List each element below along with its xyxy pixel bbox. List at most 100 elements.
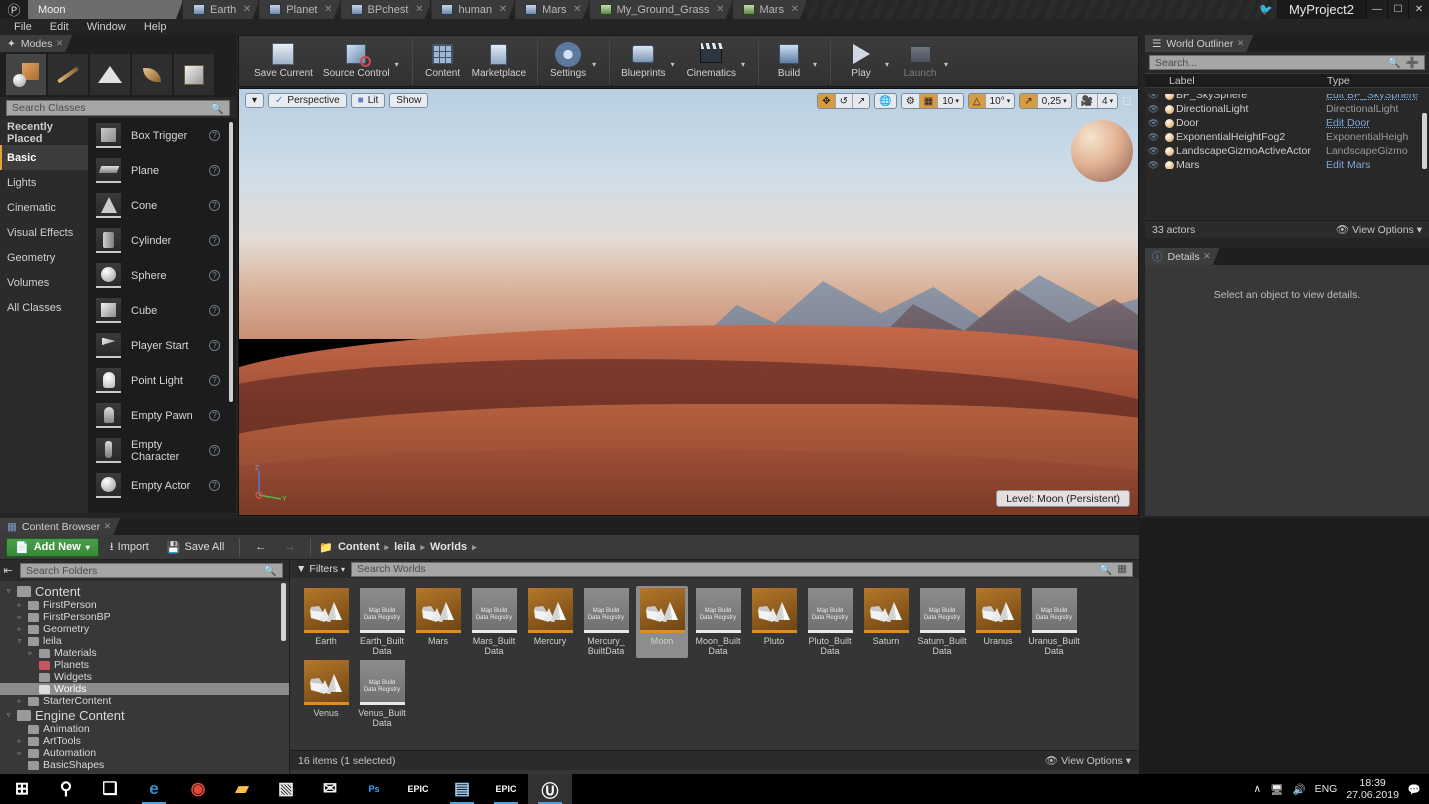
tab-modes[interactable]: ✦ Modes ✕ [0, 35, 72, 52]
close-icon[interactable]: ✕ [716, 4, 724, 15]
lock-icon[interactable]: ▦ [1117, 563, 1127, 576]
placement-item-empty-actor[interactable]: Empty Actor? [88, 468, 236, 503]
expand-arrow-icon[interactable]: ▿ [4, 711, 13, 719]
outliner-row[interactable]: 👁 DirectionalLight DirectionalLight [1145, 102, 1429, 116]
outliner-row[interactable]: 👁 Door Edit Door [1145, 116, 1429, 130]
asset-item-moon[interactable]: Moon [636, 586, 688, 658]
chevron-down-icon[interactable]: ▾ [741, 60, 752, 69]
scale-gizmo-button[interactable]: ↗ [853, 94, 869, 108]
edge-icon[interactable]: e [132, 774, 176, 804]
visibility-eye-icon[interactable]: 👁 [1145, 118, 1162, 129]
view-mode-button[interactable]: ✓ Perspective [268, 93, 347, 108]
visibility-eye-icon[interactable]: 👁 [1145, 132, 1162, 143]
level-tab-bpchest[interactable]: BPchest ✕ [341, 0, 432, 19]
level-tab-mars[interactable]: Mars ✕ [733, 0, 807, 19]
level-tab-mars[interactable]: Mars ✕ [515, 0, 589, 19]
outliner-row[interactable]: 👁 Mars Edit Mars [1145, 158, 1429, 169]
placement-category-lights[interactable]: Lights [0, 170, 88, 195]
toolbar-blueprints-button[interactable]: Blueprints [616, 39, 670, 79]
chevron-down-icon[interactable]: ▾ [395, 60, 406, 69]
help-icon[interactable]: ? [209, 480, 220, 491]
mode-button-foliage-mode[interactable] [132, 54, 172, 95]
toolbar-build-button[interactable]: Build [765, 39, 813, 79]
asset-item-moon-built-data[interactable]: Map Build Data Registry Moon_Built Data [692, 586, 744, 658]
mode-button-paint-mode[interactable] [48, 54, 88, 95]
folder-node-startercontent[interactable]: ▹ StarterContent [0, 695, 289, 707]
column-header-type[interactable]: Type [1327, 75, 1350, 87]
placement-category-visual-effects[interactable]: Visual Effects [0, 220, 88, 245]
lighting-mode-button[interactable]: ■ Lit [350, 93, 386, 108]
level-tab-bar[interactable]: Moon Earth ✕ Planet ✕ BPchest ✕ human ✕ Mars ✕ My_G… [28, 0, 807, 19]
close-icon[interactable]: ✕ [324, 4, 332, 15]
camera-speed-value[interactable]: 4 ▾ [1098, 94, 1117, 108]
close-icon[interactable]: ✕ [573, 4, 581, 15]
outliner-search-input[interactable]: Search... 🔍 ➕ [1149, 55, 1425, 70]
placement-category-cinematic[interactable]: Cinematic [0, 195, 88, 220]
clock[interactable]: 18:39 27.06.2019 [1346, 777, 1399, 801]
language-indicator[interactable]: ENG [1315, 783, 1338, 795]
mode-button-place-mode[interactable] [6, 54, 46, 95]
chevron-down-icon[interactable]: ▾ [944, 60, 955, 69]
search-classes-input[interactable]: Search Classes 🔍 [6, 100, 230, 116]
placement-item-cone[interactable]: Cone? [88, 188, 236, 223]
epic-games-launcher-icon[interactable]: EPIC [484, 774, 528, 804]
placement-category-geometry[interactable]: Geometry [0, 245, 88, 270]
angle-snap-value[interactable]: 10° ▾ [986, 94, 1015, 108]
minimize-button[interactable]: — [1366, 0, 1387, 19]
help-icon[interactable]: ? [209, 410, 220, 421]
level-viewport[interactable]: ▾ ✓ Perspective ■ Lit Show ✥ ↺ ↗ 🌐 ⚙ ▦ 1… [238, 88, 1139, 516]
expand-arrow-icon[interactable]: ▹ [15, 613, 24, 621]
help-icon[interactable]: ? [209, 375, 220, 386]
asset-item-venus-built-data[interactable]: Map Build Data Registry Venus_Built Data [356, 658, 408, 730]
toolbar-save-current-button[interactable]: Save Current [249, 39, 318, 79]
level-tab-my_ground_grass[interactable]: My_Ground_Grass ✕ [590, 0, 733, 19]
twitter-share-icon[interactable]: 🐦 [1254, 0, 1277, 19]
placement-item-cylinder[interactable]: Cylinder? [88, 223, 236, 258]
grid-snap-toggle[interactable]: ▦ [919, 94, 939, 108]
asset-item-mars[interactable]: Mars [412, 586, 464, 658]
toolbar-settings-button[interactable]: Settings [544, 39, 592, 79]
level-tab-planet[interactable]: Planet ✕ [259, 0, 340, 19]
collapse-sources-icon[interactable]: ⇤ [0, 564, 16, 577]
help-icon[interactable]: ? [209, 270, 220, 281]
placement-category-volumes[interactable]: Volumes [0, 270, 88, 295]
folder-node-engine-content[interactable]: ▿ Engine Content [0, 707, 289, 723]
placement-category-basic[interactable]: Basic [0, 145, 88, 170]
visibility-eye-icon[interactable]: 👁 [1145, 94, 1162, 101]
column-header-label[interactable]: Label [1145, 75, 1327, 87]
help-icon[interactable]: ? [209, 200, 220, 211]
breadcrumb-content[interactable]: Content [338, 541, 380, 553]
toolbar-play-button[interactable]: Play [837, 39, 885, 79]
placement-item-player-start[interactable]: Player Start? [88, 328, 236, 363]
close-icon[interactable]: ✕ [1203, 251, 1211, 262]
maximize-button[interactable]: ☐ [1387, 0, 1408, 19]
help-icon[interactable]: ? [209, 445, 220, 456]
folder-search-input[interactable]: Search Folders 🔍 [20, 563, 283, 578]
asset-item-saturn-built-data[interactable]: Map Build Data Registry Saturn_Built Data [916, 586, 968, 658]
folder-node-leila[interactable]: ▿ leila [0, 635, 289, 647]
folder-node-widgets[interactable]: Widgets [0, 671, 289, 683]
asset-item-earth[interactable]: Earth [300, 586, 352, 658]
history-back-button[interactable]: ← [248, 538, 273, 557]
photo-viewer-icon[interactable]: ▤ [440, 774, 484, 804]
outliner-row[interactable]: 👁 BP_SkySphere Edit BP_SkySphere [1145, 94, 1429, 102]
help-icon[interactable]: ? [209, 235, 220, 246]
visibility-eye-icon[interactable]: 👁 [1145, 160, 1162, 170]
asset-item-uranus-built-data[interactable]: Map Build Data Registry Uranus_Built Data [1028, 586, 1080, 658]
placement-item-box-trigger[interactable]: Box Trigger? [88, 118, 236, 153]
asset-search-input[interactable]: Search Worlds 🔍 ▦ [351, 561, 1133, 577]
expand-arrow-icon[interactable]: ▿ [15, 637, 24, 645]
import-button[interactable]: ⭳ Import [103, 538, 156, 557]
chevron-down-icon[interactable]: ▾ [885, 60, 896, 69]
unreal-engine-icon[interactable]: Ⓤ [528, 774, 572, 804]
close-icon[interactable]: ✕ [1237, 38, 1245, 49]
folder-node-firstpersonbp[interactable]: ▹ FirstPersonBP [0, 611, 289, 623]
folder-node-arttools[interactable]: ▹ ArtTools [0, 735, 289, 747]
asset-item-venus[interactable]: Venus [300, 658, 352, 730]
surface-snap-icon[interactable]: ⚙ [902, 94, 920, 108]
network-icon[interactable]: 🖥 [1270, 783, 1283, 796]
close-icon[interactable]: ✕ [56, 38, 64, 49]
placement-item-point-light[interactable]: Point Light? [88, 363, 236, 398]
toolbar-content-button[interactable]: Content [419, 39, 467, 79]
folder-node-animation[interactable]: Animation [0, 723, 289, 735]
